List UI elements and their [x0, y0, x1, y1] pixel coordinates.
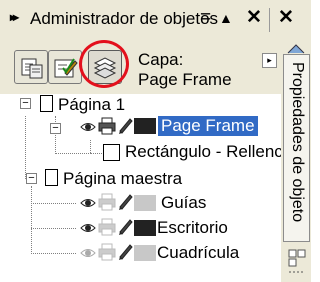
docker-grip-icon[interactable]: ▸▸: [10, 10, 19, 24]
tree-line: [31, 186, 32, 254]
collapse-master-page-icon[interactable]: −: [26, 173, 37, 184]
visibility-eye-icon[interactable]: [80, 120, 96, 134]
visibility-eye-icon[interactable]: [80, 221, 96, 235]
tree-line: [31, 203, 76, 204]
tree-item-rectangle[interactable]: Rectángulo - Rellenc: [125, 142, 283, 162]
docker-title: Administrador de objetos: [30, 9, 219, 28]
layer-color-swatch[interactable]: [134, 118, 156, 134]
page-icon: [40, 95, 53, 112]
visibility-eye-icon[interactable]: [80, 196, 96, 210]
docker-close-icon[interactable]: ✕: [246, 8, 262, 28]
edit-across-layers-button[interactable]: [48, 50, 82, 84]
docker-autohide-icon[interactable]: =: [200, 8, 211, 28]
printer-icon[interactable]: [98, 117, 116, 135]
collapse-layer-icon[interactable]: −: [50, 123, 61, 134]
master-page-icon: [45, 169, 58, 186]
tab-object-properties-label: Propiedades de objeto: [289, 62, 306, 223]
collapse-page1-icon[interactable]: −: [20, 98, 31, 109]
tree-line: [31, 228, 76, 229]
tree-item-desktop[interactable]: Escritorio: [157, 218, 228, 238]
printer-disabled-icon[interactable]: [98, 193, 116, 211]
tree-line: [90, 140, 91, 153]
highlight-circle: [79, 40, 129, 88]
tree-item-page1[interactable]: Página 1: [58, 95, 125, 115]
printer-disabled-icon[interactable]: [98, 218, 116, 236]
tree-item-page-frame[interactable]: Page Frame: [158, 116, 258, 136]
tree-line: [25, 116, 26, 179]
layer-color-swatch[interactable]: [134, 245, 156, 261]
tree-line: [31, 253, 76, 254]
docker-rollup-icon[interactable]: ▲: [219, 8, 233, 28]
tree-line: [56, 153, 91, 154]
pencil-edit-icon[interactable]: [117, 217, 133, 235]
pencil-edit-icon[interactable]: [117, 116, 133, 134]
docker-menu-button[interactable]: ▸: [262, 53, 277, 68]
object-properties-icon: [21, 58, 43, 79]
current-layer-value: Page Frame: [138, 70, 232, 89]
tree-line: [90, 153, 102, 154]
layer-color-swatch[interactable]: [134, 220, 156, 236]
show-object-properties-button[interactable]: [14, 50, 48, 84]
next-docker-close-icon[interactable]: ✕: [278, 8, 294, 28]
pencil-edit-icon[interactable]: [117, 242, 133, 260]
layer-color-swatch[interactable]: [134, 195, 156, 211]
tree-item-master-page[interactable]: Página maestra: [63, 169, 182, 189]
current-layer-label: Capa:: [138, 50, 184, 69]
docker-tab-icon[interactable]: [286, 42, 306, 54]
tree-item-grid[interactable]: Cuadrícula: [157, 243, 239, 263]
titlebar-divider: [269, 8, 270, 32]
tree-item-guides[interactable]: Guías: [161, 193, 206, 213]
edit-layers-icon: [54, 58, 78, 78]
pencil-edit-icon[interactable]: [117, 192, 133, 210]
printer-disabled-icon[interactable]: [98, 243, 116, 261]
other-docker-tab-icon[interactable]: [287, 248, 307, 276]
visibility-eye-disabled-icon[interactable]: [80, 246, 96, 260]
rectangle-object-icon: [103, 144, 120, 161]
